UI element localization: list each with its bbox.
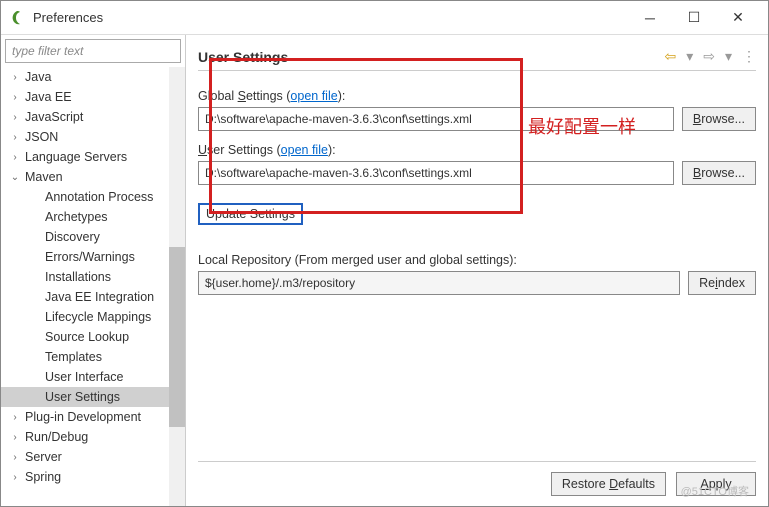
preferences-tree[interactable]: › Java › Java EE › JavaScript › JSON › Language S… xyxy=(1,67,185,506)
annotation-text: 最好配置一样 xyxy=(528,113,636,139)
chevron-right-icon[interactable]: › xyxy=(9,152,21,163)
chevron-right-icon[interactable]: › xyxy=(9,92,21,103)
tree-item-label: Language Servers xyxy=(25,150,127,164)
tree-item-label: Installations xyxy=(45,270,111,284)
chevron-right-icon[interactable]: › xyxy=(9,412,21,423)
tree-item-maven[interactable]: ⌄ Maven xyxy=(1,167,185,187)
user-open-file-link[interactable]: open file xyxy=(281,143,328,157)
chevron-right-icon[interactable]: › xyxy=(9,132,21,143)
dropdown-fwd-icon[interactable]: ▾ xyxy=(725,48,732,65)
update-settings-button[interactable]: Update Settings xyxy=(198,203,303,225)
window-title: Preferences xyxy=(33,10,628,25)
filter-input[interactable] xyxy=(5,39,181,63)
user-settings-section: User Settings (open file): Browse... xyxy=(198,143,756,185)
user-settings-input[interactable] xyxy=(198,161,674,185)
local-repo-input[interactable] xyxy=(198,271,680,295)
restore-defaults-button[interactable]: Restore Defaults xyxy=(551,472,666,496)
tree-item-label: JavaScript xyxy=(25,110,83,124)
tree-item-server[interactable]: › Server xyxy=(1,447,185,467)
tree-item-label: User Interface xyxy=(45,370,124,384)
tree-item-installations[interactable]: ›Installations xyxy=(1,267,185,287)
tree-item-run-debug[interactable]: › Run/Debug xyxy=(1,427,185,447)
chevron-right-icon[interactable]: › xyxy=(9,112,21,123)
app-icon xyxy=(9,10,25,26)
tree-item-source-lookup[interactable]: ›Source Lookup xyxy=(1,327,185,347)
footer: Restore Defaults Apply xyxy=(198,461,756,496)
tree-item-templates[interactable]: ›Templates xyxy=(1,347,185,367)
titlebar: Preferences ─ ☐ ✕ xyxy=(1,1,768,35)
tree-item-label: Plug-in Development xyxy=(25,410,141,424)
chevron-down-icon[interactable]: ⌄ xyxy=(9,172,21,183)
chevron-right-icon[interactable]: › xyxy=(9,432,21,443)
global-browse-button[interactable]: Browse... xyxy=(682,107,756,131)
tree-scrollbar[interactable] xyxy=(169,67,185,506)
forward-icon[interactable]: ⇨ xyxy=(703,48,715,65)
tree-item-label: Archetypes xyxy=(45,210,108,224)
tree-item-label: JSON xyxy=(25,130,58,144)
minimize-button[interactable]: ─ xyxy=(628,3,672,33)
tree-item-label: Run/Debug xyxy=(25,430,88,444)
tree-item-javascript[interactable]: › JavaScript xyxy=(1,107,185,127)
global-settings-label: Global Settings (open file): xyxy=(198,89,756,103)
tree-item-java[interactable]: › Java xyxy=(1,67,185,87)
chevron-right-icon[interactable]: › xyxy=(9,72,21,83)
back-icon[interactable]: ⇦ xyxy=(664,48,676,65)
tree-item-json[interactable]: › JSON xyxy=(1,127,185,147)
chevron-right-icon[interactable]: › xyxy=(9,472,21,483)
tree-item-label: Discovery xyxy=(45,230,100,244)
menu-icon[interactable]: ⋮ xyxy=(742,48,756,65)
tree-item-label: Spring xyxy=(25,470,61,484)
main-panel: User Settings ⇦ ▾ ⇨ ▾ ⋮ Global Settings … xyxy=(186,35,768,506)
global-settings-section: Global Settings (open file): Browse... xyxy=(198,89,756,131)
sidebar: › Java › Java EE › JavaScript › JSON › Language S… xyxy=(1,35,186,506)
tree-item-user-settings[interactable]: ›User Settings xyxy=(1,387,185,407)
window-controls: ─ ☐ ✕ xyxy=(628,3,760,33)
main-header: User Settings ⇦ ▾ ⇨ ▾ ⋮ xyxy=(198,43,756,71)
tree-item-annotation-process[interactable]: ›Annotation Process xyxy=(1,187,185,207)
tree-item-archetypes[interactable]: ›Archetypes xyxy=(1,207,185,227)
tree-item-label: Maven xyxy=(25,170,63,184)
watermark: @51CTO博客 xyxy=(681,483,749,499)
tree-scrollthumb[interactable] xyxy=(169,247,185,427)
tree-item-errors-warnings[interactable]: ›Errors/Warnings xyxy=(1,247,185,267)
maximize-button[interactable]: ☐ xyxy=(672,3,716,33)
dropdown-back-icon[interactable]: ▾ xyxy=(686,48,693,65)
tree-item-label: Java EE Integration xyxy=(45,290,154,304)
close-button[interactable]: ✕ xyxy=(716,3,760,33)
tree-item-spring[interactable]: › Spring xyxy=(1,467,185,487)
tree-item-label: Java xyxy=(25,70,51,84)
tree-item-label: Lifecycle Mappings xyxy=(45,310,151,324)
tree-item-discovery[interactable]: ›Discovery xyxy=(1,227,185,247)
tree-item-label: Server xyxy=(25,450,62,464)
tree-item-label: Templates xyxy=(45,350,102,364)
chevron-right-icon[interactable]: › xyxy=(9,452,21,463)
page-title: User Settings xyxy=(198,49,664,65)
tree-item-user-interface[interactable]: ›User Interface xyxy=(1,367,185,387)
tree-item-plug-in-development[interactable]: › Plug-in Development xyxy=(1,407,185,427)
tree-item-label: Source Lookup xyxy=(45,330,129,344)
tree-item-label: Java EE xyxy=(25,90,72,104)
tree-item-label: User Settings xyxy=(45,390,120,404)
reindex-button[interactable]: Reindex xyxy=(688,271,756,295)
tree-item-java-ee-integration[interactable]: ›Java EE Integration xyxy=(1,287,185,307)
local-repo-section: Local Repository (From merged user and g… xyxy=(198,253,756,295)
user-browse-button[interactable]: Browse... xyxy=(682,161,756,185)
global-open-file-link[interactable]: open file xyxy=(290,89,337,103)
user-settings-label: User Settings (open file): xyxy=(198,143,756,157)
tree-item-lifecycle-mappings[interactable]: ›Lifecycle Mappings xyxy=(1,307,185,327)
tree-item-java-ee[interactable]: › Java EE xyxy=(1,87,185,107)
tree-item-language-servers[interactable]: › Language Servers xyxy=(1,147,185,167)
tree-item-label: Errors/Warnings xyxy=(45,250,135,264)
tree-item-label: Annotation Process xyxy=(45,190,153,204)
local-repo-label: Local Repository (From merged user and g… xyxy=(198,253,756,267)
